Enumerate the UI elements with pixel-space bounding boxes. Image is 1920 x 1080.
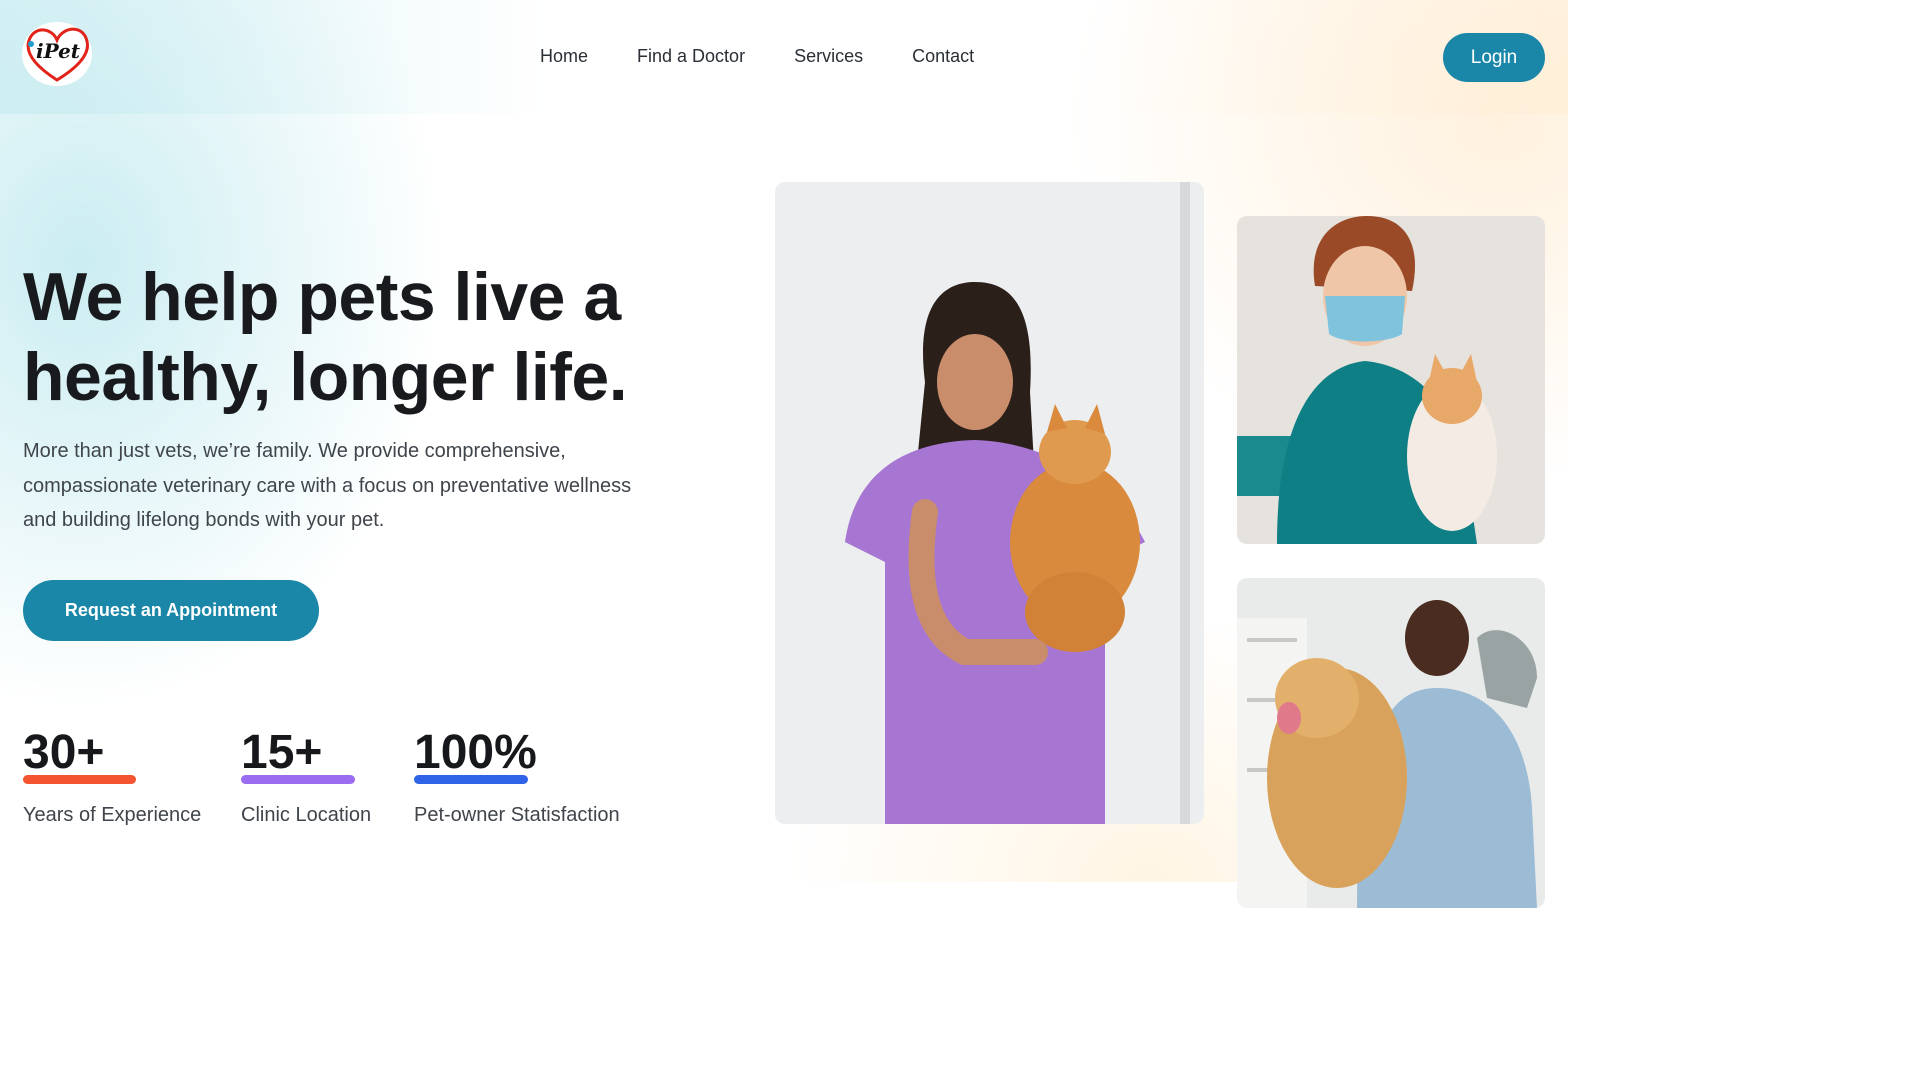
stat-value: 100%	[414, 726, 537, 784]
main-nav: Home Find a Doctor Services Contact	[540, 46, 1023, 70]
nav-home[interactable]: Home	[540, 46, 588, 70]
stat-clinics: 15+ Clinic Location	[241, 726, 371, 827]
subtext-line-2: compassionate veterinary care with a foc…	[23, 474, 632, 497]
vet-woman-with-cat-photo	[775, 182, 1204, 824]
ipet-logo[interactable]: iPet	[22, 22, 92, 86]
masked-vet-with-cat-photo	[1237, 216, 1545, 544]
subtext-line-1: More than just vets, we’re family. We pr…	[23, 440, 566, 462]
photo-illustration	[775, 182, 1204, 824]
nav-contact[interactable]: Contact	[912, 46, 974, 70]
stat-value: 30+	[23, 726, 136, 784]
site-header: iPet Home Find a Doctor Services Contact…	[0, 0, 1568, 114]
stat-number: 100%	[414, 726, 537, 779]
stat-label: Years of Experience	[23, 804, 202, 826]
stat-satisfaction: 100% Pet-owner Statisfaction	[414, 726, 620, 827]
login-button[interactable]: Login	[1443, 33, 1545, 82]
hero-section: We help pets live a healthy, longer life…	[0, 114, 1568, 908]
headline-line-1: We help pets live a	[23, 259, 621, 335]
stat-label: Pet-owner Statisfaction	[414, 804, 620, 826]
request-appointment-button[interactable]: Request an Appointment	[23, 580, 319, 641]
hero-headline: We help pets live a healthy, longer life…	[23, 257, 763, 417]
headline-line-2: healthy, longer life.	[23, 339, 628, 415]
subtext-line-3: and building lifelong bonds with your pe…	[23, 509, 385, 531]
stat-number: 30+	[23, 726, 105, 779]
nav-services[interactable]: Services	[794, 46, 863, 70]
stat-label: Clinic Location	[241, 804, 372, 826]
stat-years: 30+ Years of Experience	[23, 726, 201, 827]
photo-illustration	[1237, 216, 1545, 544]
photo-illustration	[1237, 578, 1545, 908]
stat-value: 15+	[241, 726, 355, 784]
vet-man-with-dog-photo	[1237, 578, 1545, 908]
hero-subtext: More than just vets, we’re family. We pr…	[23, 434, 683, 538]
logo-text: iPet	[35, 39, 81, 63]
stat-number: 15+	[241, 726, 323, 779]
nav-find-a-doctor[interactable]: Find a Doctor	[637, 46, 745, 70]
